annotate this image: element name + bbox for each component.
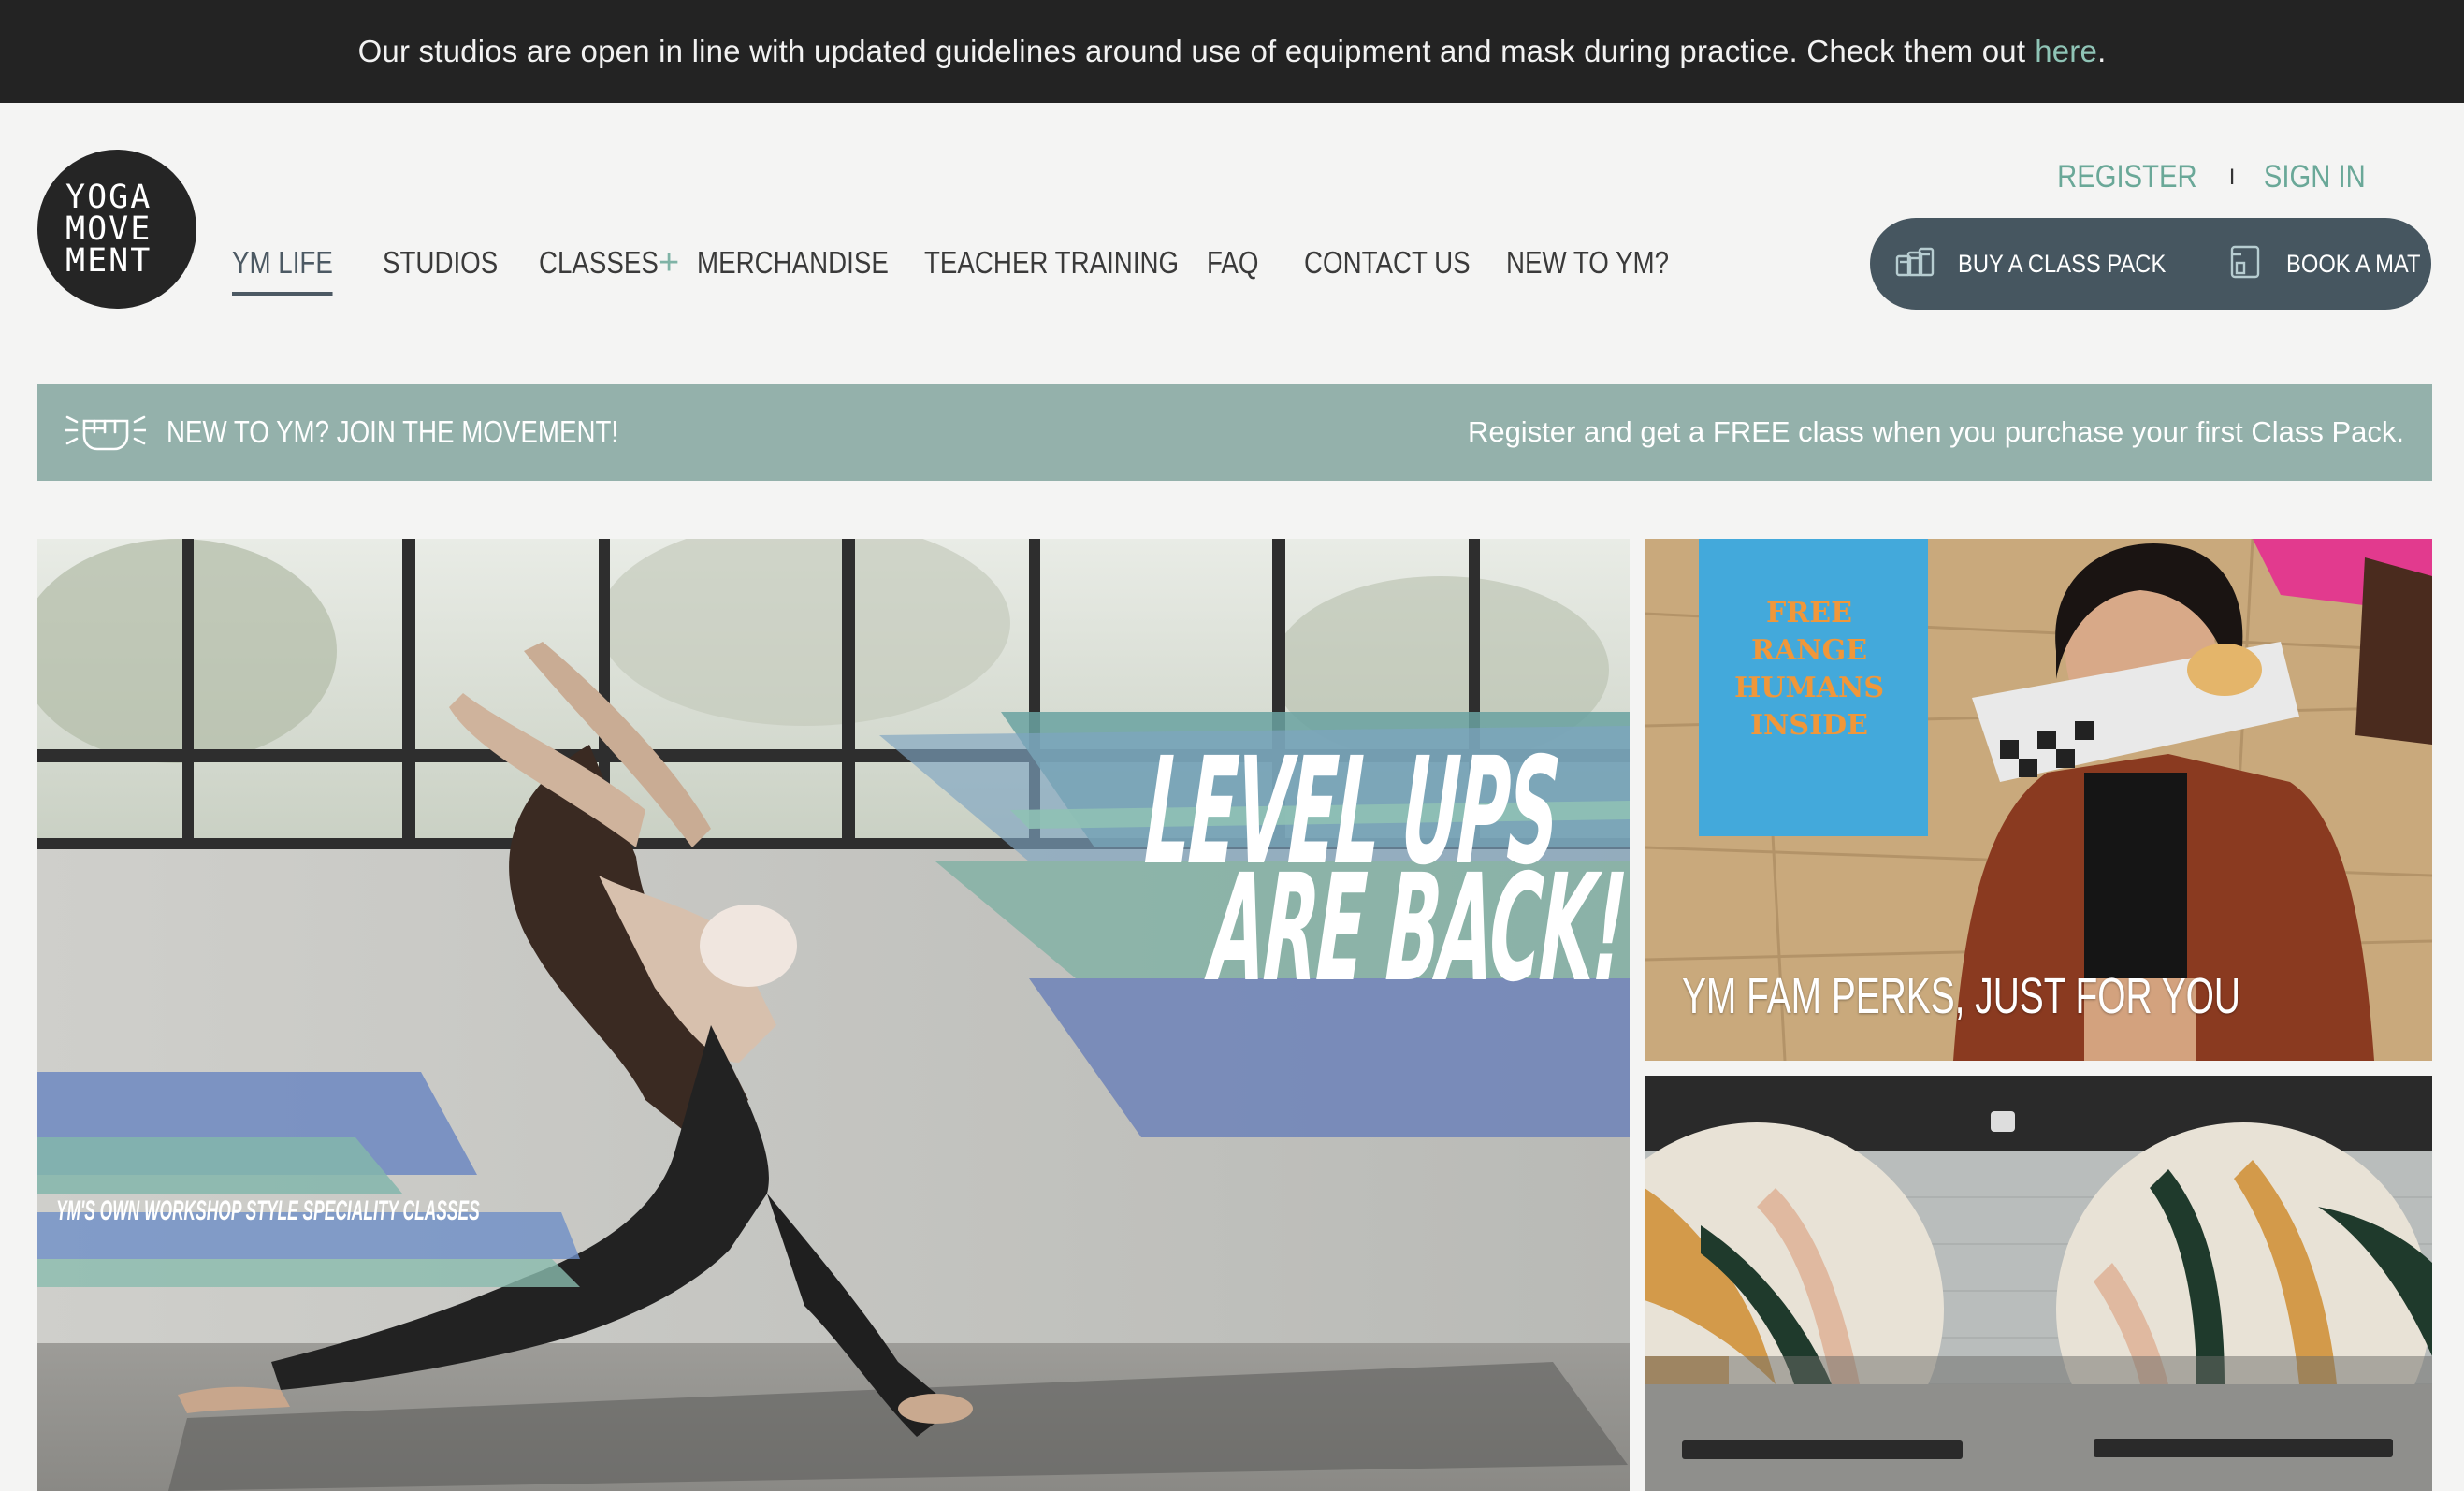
logo-line-1: YOGA (65, 179, 152, 216)
buy-class-pack-button[interactable]: Buy a Class Pack (1870, 218, 2195, 310)
hero-subtitle: YM's own workshop style speciality class… (56, 1195, 480, 1226)
sign-in-link[interactable]: Sign In (2264, 159, 2366, 195)
nav-item-classes[interactable]: Classes (539, 245, 659, 296)
studio-tile[interactable] (1645, 1076, 2432, 1491)
mat-icon (2228, 244, 2264, 284)
logo-line-2: MOVE (65, 210, 152, 248)
announcement-period: . (2097, 34, 2107, 68)
book-mat-label: Book a Mat (2285, 249, 2421, 278)
poster-text: FREE RANGE HUMANS INSIDE (1733, 597, 1885, 742)
announcement-bar: Our studios are open in line with update… (0, 0, 2464, 103)
hero-title: Level Ups Are Back! (1141, 726, 1630, 1016)
announcement-text: Our studios are open in line with update… (357, 34, 2026, 68)
auth-separator: I (2228, 164, 2236, 190)
announcement-link[interactable]: here (2035, 34, 2097, 69)
nav-item-contact-us[interactable]: Contact Us (1304, 245, 1471, 296)
nav-item-studios[interactable]: Studios (383, 245, 498, 296)
fist-icon (64, 408, 148, 457)
logo[interactable]: YOGA MOVE MENT (37, 150, 196, 309)
class-pack-icon (1894, 245, 1935, 283)
hero-banner[interactable]: Level Ups Are Back! YM's own workshop st… (37, 539, 1630, 1491)
buy-class-pack-label: Buy a Class Pack (1958, 249, 2167, 278)
register-link[interactable]: Register (2057, 159, 2196, 195)
logo-line-3: MENT (65, 242, 152, 280)
perks-tile[interactable]: FREE RANGE HUMANS INSIDE YM Fam Perks, J… (1645, 539, 2432, 1061)
perks-caption: YM Fam Perks, Just For You (1682, 968, 2240, 1024)
promo-title: New to YM? Join the Movement! (167, 414, 619, 449)
nav-item-faq[interactable]: FAQ (1207, 245, 1258, 296)
auth-links: Register I Sign In (2046, 159, 2374, 195)
hero-image (37, 539, 1630, 1491)
nav-item-ym-life[interactable]: YM Life (232, 245, 334, 296)
nav-item-merchandise[interactable]: Merchandise (697, 245, 889, 296)
nav-item-teacher-training[interactable]: Teacher Training (924, 245, 1179, 296)
book-mat-button[interactable]: Book a Mat (2228, 218, 2439, 310)
promo-text: Register and get a FREE class when you p… (1467, 415, 2404, 448)
nav-item-new-to-ym[interactable]: New to YM? (1506, 245, 1669, 296)
studio-image (1645, 1076, 2432, 1491)
promo-banner[interactable]: New to YM? Join the Movement! Register a… (37, 384, 2432, 481)
cta-pill: Buy a Class Pack Book a Mat (1870, 218, 2431, 310)
promo-left: New to YM? Join the Movement! (64, 408, 704, 457)
plus-icon[interactable]: + (659, 245, 679, 281)
hero-title-line-2: Are Back! (1207, 843, 1629, 1016)
